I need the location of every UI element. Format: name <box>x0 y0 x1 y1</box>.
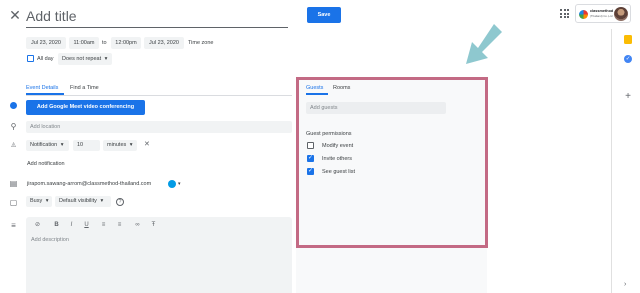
end-date-field[interactable]: Jul 23, 2020 <box>144 37 184 49</box>
briefcase-icon: ▢ <box>9 198 18 207</box>
visibility-value: Default visibility <box>59 198 97 204</box>
tasks-icon[interactable]: ✓ <box>624 55 632 63</box>
apps-grid-icon[interactable] <box>560 9 569 18</box>
busy-value: Busy <box>30 198 43 204</box>
notification-unit-select[interactable]: minutes ▾ <box>103 140 137 151</box>
chevron-down-icon[interactable]: ▾ <box>178 180 181 188</box>
tab-event-details[interactable]: Event Details <box>26 84 58 92</box>
underline-icon[interactable]: U <box>82 221 91 230</box>
notification-value-input[interactable]: 10 <box>73 140 100 151</box>
keep-icon[interactable] <box>624 35 632 44</box>
attachment-icon[interactable]: ⊘ <box>33 221 42 230</box>
italic-icon[interactable]: I <box>67 221 76 230</box>
add-meet-button[interactable]: Add Google Meet video conferencing <box>26 100 145 115</box>
meet-icon <box>10 102 17 109</box>
add-notification-link[interactable]: Add notification <box>27 160 65 168</box>
chevron-down-icon: ▾ <box>45 198 49 204</box>
timezone-link[interactable]: Time zone <box>188 37 213 49</box>
location-icon: ⚲ <box>10 122 17 131</box>
visibility-select[interactable]: Default visibility ▾ <box>55 196 111 207</box>
remove-notification-icon[interactable]: ✕ <box>144 141 150 149</box>
all-day-label: All day <box>37 56 54 62</box>
description-icon: ≡ <box>11 221 16 230</box>
add-addon-icon[interactable]: + <box>623 92 633 102</box>
tabs-divider <box>26 95 292 96</box>
repeat-select[interactable]: Does not repeat ▾ <box>58 53 112 65</box>
calendar-owner: jirapom.sawang-arrom@classmethod-thailan… <box>27 181 152 187</box>
highlight-box <box>296 77 488 248</box>
chevron-down-icon: ▾ <box>129 142 133 148</box>
bulleted-list-icon[interactable]: ≡ <box>115 221 124 230</box>
location-input[interactable]: Add location <box>26 121 292 133</box>
chevron-down-icon: ▾ <box>104 56 108 62</box>
repeat-value: Does not repeat <box>62 56 102 62</box>
notification-type-value: Notification <box>30 142 58 148</box>
chevron-down-icon: ▾ <box>60 142 64 148</box>
bell-icon: ◬ <box>11 142 16 148</box>
org-subtitle: (Thailand) Co.,Ltd <box>590 14 613 18</box>
numbered-list-icon[interactable]: ≡ <box>99 221 108 230</box>
save-button[interactable]: Save <box>307 7 341 23</box>
calendar-color-button[interactable] <box>168 180 176 188</box>
start-time-field[interactable]: 11:00am <box>69 37 99 49</box>
calendar-icon: ▤ <box>9 179 18 188</box>
org-logo-icon <box>579 10 588 19</box>
help-icon[interactable]: ? <box>116 198 124 206</box>
link-icon[interactable]: ∞ <box>133 221 142 230</box>
close-button[interactable]: ✕ <box>8 8 22 22</box>
chevron-down-icon: ▾ <box>100 198 104 204</box>
annotation-arrow-icon <box>466 24 502 64</box>
clear-format-icon[interactable]: Ŧ <box>149 221 158 230</box>
account-badge[interactable]: classmethod (Thailand) Co.,Ltd <box>575 4 631 23</box>
all-day-checkbox[interactable] <box>27 55 34 62</box>
description-editor[interactable] <box>26 217 292 293</box>
start-date-field[interactable]: Jul 23, 2020 <box>26 37 66 49</box>
busy-select[interactable]: Busy ▾ <box>26 196 52 207</box>
right-rail-divider <box>611 29 612 293</box>
chevron-right-icon[interactable]: › <box>624 281 626 288</box>
tab-find-a-time[interactable]: Find a Time <box>70 84 99 92</box>
title-input[interactable]: Add title <box>26 6 288 28</box>
notification-unit-value: minutes <box>107 142 127 148</box>
end-time-field[interactable]: 12:00pm <box>111 37 141 49</box>
description-placeholder: Add description <box>31 237 69 243</box>
bold-icon[interactable]: B <box>52 221 61 230</box>
notification-type-select[interactable]: Notification ▾ <box>26 140 69 151</box>
to-label: to <box>102 40 107 46</box>
org-name: classmethod <box>590 9 614 13</box>
avatar[interactable] <box>614 7 628 21</box>
